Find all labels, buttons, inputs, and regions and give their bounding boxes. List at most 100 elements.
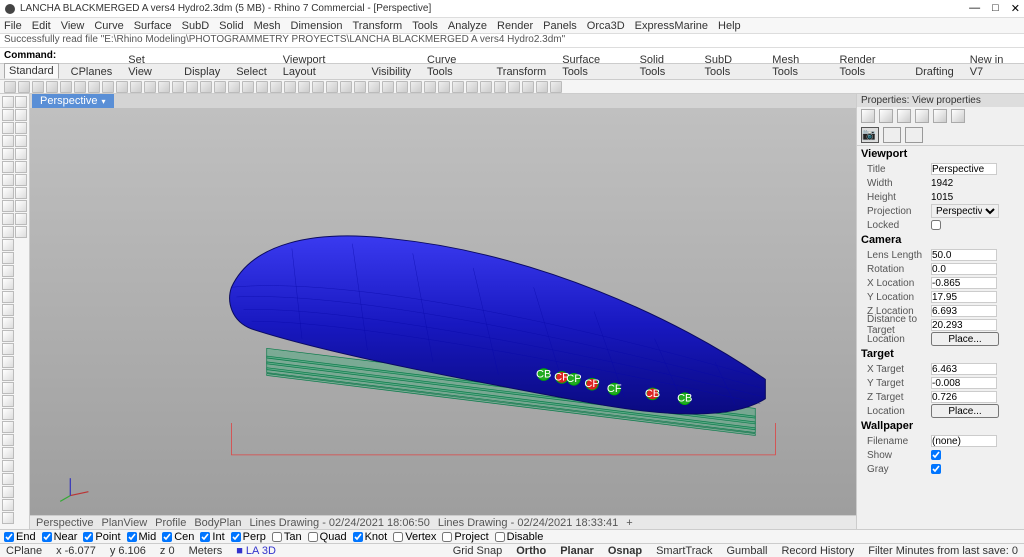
property-value[interactable]: [931, 249, 997, 261]
property-value[interactable]: [931, 220, 941, 230]
toolbar-button[interactable]: [144, 81, 156, 93]
toolbar-button[interactable]: [32, 81, 44, 93]
menu-transform[interactable]: Transform: [353, 20, 403, 32]
viewport-tab[interactable]: Perspective: [36, 517, 93, 529]
osnap-int[interactable]: Int: [200, 531, 224, 543]
toolbar-button[interactable]: [410, 81, 422, 93]
tool-button[interactable]: [2, 343, 14, 355]
tool-button[interactable]: [15, 135, 27, 147]
viewport-canvas[interactable]: CBCPCPCPCFCBCB: [30, 108, 856, 515]
tool-button[interactable]: [15, 226, 27, 238]
toolbar-button[interactable]: [242, 81, 254, 93]
property-value[interactable]: Place...: [931, 404, 999, 418]
osnap-vertex[interactable]: Vertex: [393, 531, 436, 543]
tab-solid-tools[interactable]: Solid Tools: [636, 53, 693, 79]
toolbar-button[interactable]: [312, 81, 324, 93]
tab-cplanes[interactable]: CPlanes: [67, 65, 117, 79]
property-value[interactable]: [931, 291, 997, 303]
tool-button[interactable]: [2, 252, 14, 264]
osnap-knot[interactable]: Knot: [353, 531, 388, 543]
property-value[interactable]: [931, 319, 997, 331]
toolbar-button[interactable]: [326, 81, 338, 93]
status-planar[interactable]: Planar: [560, 545, 594, 557]
tool-button[interactable]: [2, 512, 14, 524]
menu-curve[interactable]: Curve: [94, 20, 123, 32]
tool-button[interactable]: [2, 148, 14, 160]
tool-button[interactable]: [2, 499, 14, 511]
toolbar-button[interactable]: [368, 81, 380, 93]
menu-view[interactable]: View: [61, 20, 85, 32]
property-value[interactable]: [931, 450, 941, 460]
menu-subd[interactable]: SubD: [182, 20, 210, 32]
tool-button[interactable]: [2, 122, 14, 134]
toolbar-button[interactable]: [340, 81, 352, 93]
tool-button[interactable]: [2, 278, 14, 290]
tool-button[interactable]: [15, 200, 27, 212]
status-layer[interactable]: ■ LA 3D: [236, 545, 276, 557]
tab-visibility[interactable]: Visibility: [367, 65, 415, 79]
toolbar-button[interactable]: [214, 81, 226, 93]
tool-button[interactable]: [2, 447, 14, 459]
tool-button[interactable]: [2, 291, 14, 303]
toolbar-button[interactable]: [172, 81, 184, 93]
toolbar-button[interactable]: [452, 81, 464, 93]
tool-button[interactable]: [2, 421, 14, 433]
toolbar-button[interactable]: [18, 81, 30, 93]
menu-orca3d[interactable]: Orca3D: [587, 20, 625, 32]
viewport-tab[interactable]: PlanView: [101, 517, 147, 529]
menu-file[interactable]: File: [4, 20, 22, 32]
status-osnap[interactable]: Osnap: [608, 545, 642, 557]
tab-subd-tools[interactable]: SubD Tools: [701, 53, 761, 79]
menu-help[interactable]: Help: [718, 20, 741, 32]
tool-button[interactable]: [2, 239, 14, 251]
status-grid-snap[interactable]: Grid Snap: [453, 545, 503, 557]
tool-button[interactable]: [2, 161, 14, 173]
minimize-button[interactable]: —: [969, 2, 980, 15]
tool-button[interactable]: [2, 356, 14, 368]
tool-button[interactable]: [2, 265, 14, 277]
toolbar-button[interactable]: [88, 81, 100, 93]
property-value[interactable]: [931, 377, 997, 389]
tool-button[interactable]: [15, 122, 27, 134]
osnap-mid[interactable]: Mid: [127, 531, 157, 543]
properties-tab-icon[interactable]: [861, 109, 875, 123]
tool-button[interactable]: [2, 382, 14, 394]
close-button[interactable]: ✕: [1011, 2, 1020, 15]
toolbar-button[interactable]: [4, 81, 16, 93]
menu-solid[interactable]: Solid: [219, 20, 243, 32]
camera-mode-icon[interactable]: 📷: [861, 127, 879, 143]
display-tab-icon[interactable]: [897, 109, 911, 123]
viewport-tab[interactable]: Lines Drawing - 02/24/2021 18:06:50: [249, 517, 429, 529]
tool-button[interactable]: [15, 213, 27, 225]
tab-curve-tools[interactable]: Curve Tools: [423, 53, 484, 79]
tool-button[interactable]: [2, 486, 14, 498]
tab-new-in-v7[interactable]: New in V7: [966, 53, 1020, 79]
tab-mesh-tools[interactable]: Mesh Tools: [768, 53, 827, 79]
tool-button[interactable]: [2, 135, 14, 147]
tab-display[interactable]: Display: [180, 65, 224, 79]
layer-mode-icon[interactable]: [905, 127, 923, 143]
toolbar-button[interactable]: [270, 81, 282, 93]
viewport-tab[interactable]: Profile: [155, 517, 186, 529]
toolbar-button[interactable]: [522, 81, 534, 93]
tool-button[interactable]: [2, 304, 14, 316]
toolbar-button[interactable]: [256, 81, 268, 93]
toolbar-button[interactable]: [200, 81, 212, 93]
toolbar-button[interactable]: [130, 81, 142, 93]
viewport-tab[interactable]: +: [626, 517, 632, 529]
status-smarttrack[interactable]: SmartTrack: [656, 545, 712, 557]
toolbar-button[interactable]: [46, 81, 58, 93]
osnap-quad[interactable]: Quad: [308, 531, 347, 543]
tool-button[interactable]: [15, 187, 27, 199]
viewport-tab[interactable]: Lines Drawing - 02/24/2021 18:33:41: [438, 517, 618, 529]
tab-viewport-layout[interactable]: Viewport Layout: [279, 53, 360, 79]
tab-drafting[interactable]: Drafting: [911, 65, 958, 79]
tool-button[interactable]: [2, 473, 14, 485]
toolbar-button[interactable]: [116, 81, 128, 93]
osnap-perp[interactable]: Perp: [231, 531, 266, 543]
tool-button[interactable]: [2, 187, 14, 199]
tool-button[interactable]: [15, 109, 27, 121]
tool-button[interactable]: [2, 369, 14, 381]
toolbar-button[interactable]: [158, 81, 170, 93]
toolbar-button[interactable]: [550, 81, 562, 93]
